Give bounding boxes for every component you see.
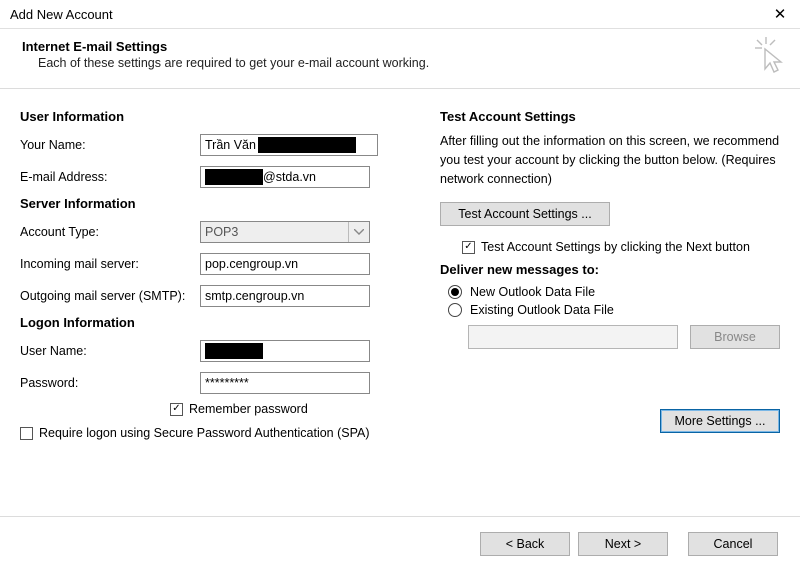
back-button[interactable]: < Back [480, 532, 570, 556]
logon-info-title: Logon Information [20, 315, 414, 330]
account-type-value: POP3 [205, 225, 238, 239]
spa-label: Require logon using Secure Password Auth… [39, 426, 370, 440]
radio-existing-row: Existing Outlook Data File [448, 303, 780, 317]
your-name-row: Your Name: Trần Văn [20, 132, 414, 158]
deliver-title: Deliver new messages to: [440, 262, 780, 277]
radio-new-row: New Outlook Data File [448, 285, 780, 299]
redacted-block [205, 169, 263, 185]
test-next-checkbox[interactable]: ✓ [462, 241, 475, 254]
radio-new-label: New Outlook Data File [470, 285, 595, 299]
existing-file-row: Browse [448, 325, 780, 349]
password-input[interactable] [200, 372, 370, 394]
email-row: E-mail Address: @stda.vn [20, 164, 414, 190]
incoming-label: Incoming mail server: [20, 257, 200, 271]
redacted-block [258, 137, 356, 153]
chevron-down-icon [348, 222, 369, 242]
email-input[interactable]: @stda.vn [200, 166, 370, 188]
test-next-label: Test Account Settings by clicking the Ne… [481, 240, 750, 254]
account-type-label: Account Type: [20, 225, 200, 239]
cursor-click-icon [752, 35, 786, 75]
window-title: Add New Account [10, 7, 113, 22]
password-row: Password: [20, 370, 414, 396]
outgoing-row: Outgoing mail server (SMTP): [20, 283, 414, 309]
username-label: User Name: [20, 344, 200, 358]
left-column: User Information Your Name: Trần Văn E-m… [20, 103, 414, 516]
radio-existing-file[interactable] [448, 303, 462, 317]
server-info-title: Server Information [20, 196, 414, 211]
your-name-value: Trần Văn [205, 138, 256, 152]
spa-row: Require logon using Secure Password Auth… [20, 426, 414, 440]
test-next-row: ✓ Test Account Settings by clicking the … [462, 240, 780, 254]
header-title: Internet E-mail Settings [22, 39, 784, 54]
outgoing-label: Outgoing mail server (SMTP): [20, 289, 200, 303]
cancel-button[interactable]: Cancel [688, 532, 778, 556]
password-label: Password: [20, 376, 200, 390]
existing-file-input[interactable] [468, 325, 678, 349]
test-settings-title: Test Account Settings [440, 109, 780, 124]
test-settings-text: After filling out the information on thi… [440, 132, 780, 188]
header-area: Internet E-mail Settings Each of these s… [0, 29, 800, 89]
username-input[interactable] [200, 340, 370, 362]
next-button[interactable]: Next > [578, 532, 668, 556]
remember-checkbox[interactable]: ✓ [170, 403, 183, 416]
account-type-select[interactable]: POP3 [200, 221, 370, 243]
radio-new-file[interactable] [448, 285, 462, 299]
test-account-button[interactable]: Test Account Settings ... [440, 202, 610, 226]
incoming-input[interactable] [200, 253, 370, 275]
titlebar: Add New Account ✕ [0, 0, 800, 29]
header-subtitle: Each of these settings are required to g… [22, 54, 784, 70]
footer: < Back Next > Cancel [0, 516, 800, 571]
email-suffix: @stda.vn [263, 170, 316, 184]
outgoing-input[interactable] [200, 285, 370, 307]
content-area: User Information Your Name: Trần Văn E-m… [0, 89, 800, 516]
incoming-row: Incoming mail server: [20, 251, 414, 277]
user-info-title: User Information [20, 109, 414, 124]
remember-label: Remember password [189, 402, 308, 416]
spa-checkbox[interactable] [20, 427, 33, 440]
remember-password-row: ✓ Remember password [20, 402, 414, 416]
close-icon[interactable]: ✕ [770, 5, 790, 23]
browse-button[interactable]: Browse [690, 325, 780, 349]
more-settings-button[interactable]: More Settings ... [660, 409, 780, 433]
account-type-row: Account Type: POP3 [20, 219, 414, 245]
your-name-input[interactable]: Trần Văn [200, 134, 378, 156]
redacted-block [205, 343, 263, 359]
username-row: User Name: [20, 338, 414, 364]
email-label: E-mail Address: [20, 170, 200, 184]
radio-existing-label: Existing Outlook Data File [470, 303, 614, 317]
right-column: Test Account Settings After filling out … [440, 103, 780, 516]
add-account-window: Add New Account ✕ Internet E-mail Settin… [0, 0, 800, 571]
your-name-label: Your Name: [20, 138, 200, 152]
